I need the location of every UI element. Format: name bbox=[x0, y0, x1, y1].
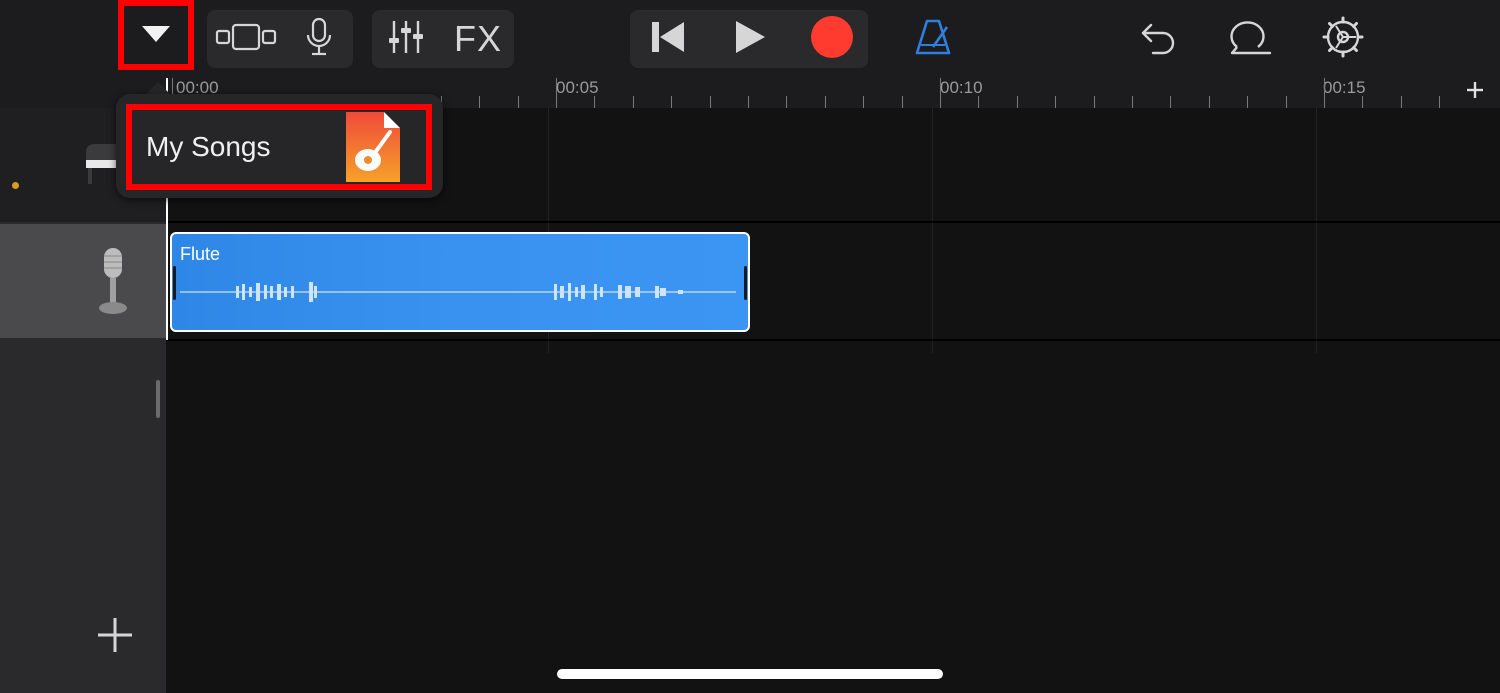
ruler-label: 00:05 bbox=[556, 78, 599, 97]
top-toolbar: FX bbox=[0, 0, 1500, 78]
tracks-view-button[interactable] bbox=[212, 12, 280, 66]
play-button[interactable] bbox=[718, 12, 782, 66]
highlight-box bbox=[118, 0, 194, 70]
sliders-icon bbox=[387, 18, 425, 61]
ruler-tick bbox=[1400, 96, 1402, 108]
ruler-tick bbox=[1362, 96, 1364, 108]
plus-icon bbox=[95, 615, 135, 660]
tracks-view-icon bbox=[214, 22, 278, 57]
add-section-button[interactable] bbox=[1460, 78, 1490, 106]
play-icon bbox=[733, 19, 767, 60]
ruler-tick bbox=[748, 96, 749, 108]
highlight-box bbox=[126, 104, 432, 190]
track-divider bbox=[166, 339, 1500, 341]
microphone-icon bbox=[304, 17, 334, 62]
ruler-tick bbox=[1016, 96, 1018, 108]
grid-line bbox=[1316, 108, 1317, 353]
ruler-tick bbox=[786, 96, 788, 108]
ruler-tick bbox=[1439, 96, 1441, 108]
rewind-button[interactable] bbox=[636, 12, 700, 66]
scroll-handle[interactable] bbox=[156, 380, 160, 418]
skip-back-icon bbox=[648, 19, 688, 60]
plus-icon bbox=[1465, 80, 1485, 105]
instrument-button[interactable] bbox=[290, 12, 348, 66]
fx-label: FX bbox=[453, 18, 502, 59]
ruler-tick bbox=[824, 96, 826, 108]
menu-popover: My Songs bbox=[116, 94, 443, 198]
metronome-icon bbox=[913, 17, 953, 62]
popover-arrow bbox=[146, 82, 170, 94]
ruler-tick bbox=[1324, 78, 1325, 108]
track-divider bbox=[166, 221, 1500, 223]
home-indicator bbox=[557, 669, 943, 679]
record-button[interactable] bbox=[800, 12, 864, 66]
ruler-tick bbox=[479, 96, 481, 108]
gear-icon bbox=[1322, 16, 1364, 63]
undo-button[interactable] bbox=[1130, 12, 1186, 66]
mixer-button[interactable] bbox=[378, 12, 434, 66]
ruler-tick bbox=[1247, 96, 1249, 108]
region-trim-handle-left[interactable] bbox=[173, 266, 176, 300]
ruler-tick bbox=[709, 96, 711, 108]
ruler-label: 00:10 bbox=[940, 78, 983, 97]
ruler-tick bbox=[671, 96, 673, 108]
ruler-tick bbox=[594, 96, 596, 108]
grid-line bbox=[932, 108, 933, 353]
track-header-microphone[interactable] bbox=[0, 224, 166, 338]
microphone-icon bbox=[92, 246, 134, 323]
loop-button[interactable] bbox=[1222, 12, 1280, 66]
ruler-tick bbox=[1208, 96, 1210, 108]
ruler-tick bbox=[1285, 96, 1287, 108]
ruler-tick bbox=[517, 96, 519, 108]
ruler-tick bbox=[1170, 96, 1172, 108]
ruler-tick bbox=[1055, 96, 1057, 108]
ruler-tick bbox=[901, 96, 903, 108]
metronome-button[interactable] bbox=[906, 12, 960, 66]
ruler-tick bbox=[978, 96, 980, 108]
ruler-tick bbox=[632, 96, 634, 108]
status-dot bbox=[12, 182, 19, 189]
ruler-tick bbox=[1132, 96, 1133, 108]
ruler-tick bbox=[1093, 96, 1095, 108]
audio-region[interactable]: Flute bbox=[170, 232, 750, 332]
fx-button[interactable]: FX bbox=[446, 12, 510, 66]
add-track-button[interactable] bbox=[90, 612, 140, 662]
record-icon bbox=[810, 15, 854, 64]
loop-icon bbox=[1228, 17, 1274, 62]
waveform bbox=[180, 282, 736, 302]
ruler-label: 00:15 bbox=[1323, 78, 1366, 97]
region-title: Flute bbox=[180, 244, 221, 264]
undo-icon bbox=[1139, 19, 1177, 60]
ruler-tick bbox=[556, 78, 557, 108]
ruler-tick bbox=[940, 78, 941, 108]
ruler-tick bbox=[863, 96, 865, 108]
settings-button[interactable] bbox=[1314, 12, 1372, 66]
region-trim-handle-right[interactable] bbox=[744, 266, 747, 300]
